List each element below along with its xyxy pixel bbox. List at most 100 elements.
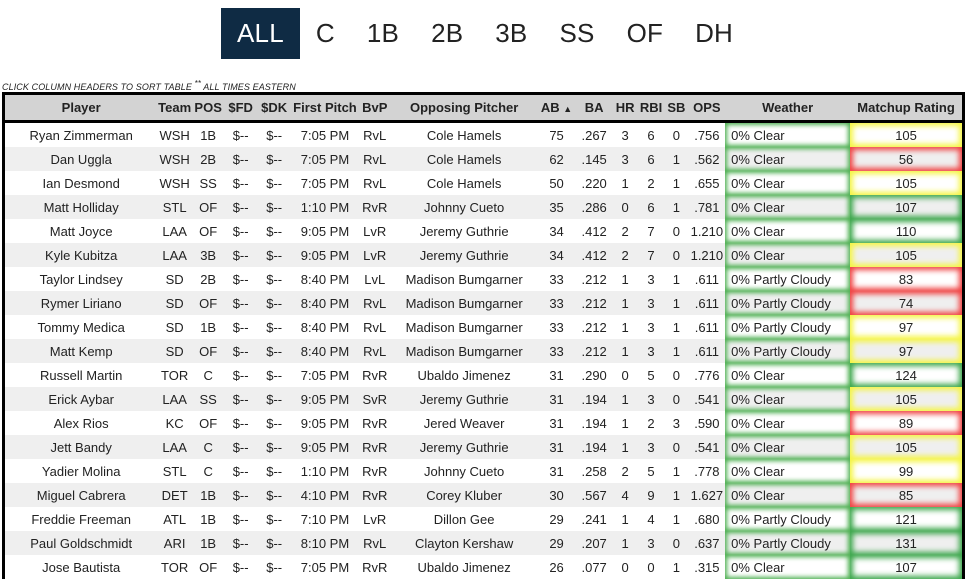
cell-pos: OF xyxy=(191,219,225,243)
table-row: Matt Joyce LAA OF $-- $-- 9:05 PM LvR Jeremy Gu… xyxy=(5,219,962,243)
cell-team: ATL xyxy=(157,507,192,531)
cell-weather: 0% Partly Cloudy xyxy=(725,315,851,339)
cell-pos: C xyxy=(191,435,225,459)
table-row: Freddie Freeman ATL 1B $-- $-- 7:10 PM LvR Dill… xyxy=(5,507,962,531)
table-row: Erick Aybar LAA SS $-- $-- 9:05 PM SvR Jeremy G… xyxy=(5,387,962,411)
cell-ab: 75 xyxy=(537,121,576,147)
cell-player: Jett Bandy xyxy=(5,435,158,459)
cell-ops: 1.210 xyxy=(688,219,726,243)
cell-rating: 107 xyxy=(850,195,962,219)
cell-pitch: 8:40 PM xyxy=(291,291,359,315)
cell-player: Ian Desmond xyxy=(5,171,158,195)
column-header-opposing-pitcher[interactable]: Opposing Pitcher xyxy=(390,95,538,123)
cell-rating: 97 xyxy=(850,315,962,339)
cell-opp: Cole Hamels xyxy=(390,171,538,195)
cell-dk: $-- xyxy=(256,459,292,483)
column-header-dk[interactable]: $DK xyxy=(256,95,292,123)
position-tab-c[interactable]: C xyxy=(300,8,351,59)
table-row: Jose Bautista TOR OF $-- $-- 7:05 PM RvR Ubaldo… xyxy=(5,555,962,579)
position-tab-of[interactable]: OF xyxy=(611,8,680,59)
column-header-pos[interactable]: POS xyxy=(191,95,225,123)
cell-bvp: LvR xyxy=(358,507,391,531)
cell-hr: 1 xyxy=(612,435,638,459)
column-header-player[interactable]: Player xyxy=(5,95,158,123)
cell-dk: $-- xyxy=(256,315,292,339)
position-tab-1b[interactable]: 1B xyxy=(351,8,415,59)
cell-ba: .145 xyxy=(575,147,613,171)
cell-opp: Madison Bumgarner xyxy=(390,315,538,339)
cell-fd: $-- xyxy=(224,147,257,171)
cell-rating: 105 xyxy=(850,121,962,147)
cell-ba: .194 xyxy=(575,411,613,435)
cell-weather: 0% Partly Cloudy xyxy=(725,531,851,555)
position-tab-2b[interactable]: 2B xyxy=(415,8,479,59)
cell-bvp: RvR xyxy=(358,411,391,435)
column-header-ba[interactable]: BA xyxy=(575,95,613,123)
cell-ab: 31 xyxy=(537,363,576,387)
cell-player: Alex Rios xyxy=(5,411,158,435)
cell-dk: $-- xyxy=(256,339,292,363)
cell-dk: $-- xyxy=(256,555,292,579)
cell-bvp: RvL xyxy=(358,339,391,363)
column-header-sb[interactable]: SB xyxy=(664,95,689,123)
column-header-team[interactable]: Team xyxy=(157,95,192,123)
cell-opp: Madison Bumgarner xyxy=(390,267,538,291)
cell-pos: 1B xyxy=(191,121,225,147)
cell-ops: .611 xyxy=(688,339,726,363)
cell-fd: $-- xyxy=(224,411,257,435)
cell-fd: $-- xyxy=(224,171,257,195)
cell-ops: .776 xyxy=(688,363,726,387)
column-header-hr[interactable]: HR xyxy=(612,95,638,123)
cell-player: Matt Joyce xyxy=(5,219,158,243)
cell-team: KC xyxy=(157,411,192,435)
cell-weather: 0% Clear xyxy=(725,483,851,507)
cell-rating: 107 xyxy=(850,555,962,579)
cell-ba: .267 xyxy=(575,121,613,147)
cell-player: Miguel Cabrera xyxy=(5,483,158,507)
cell-team: SD xyxy=(157,267,192,291)
column-header-first-pitch[interactable]: First Pitch xyxy=(291,95,359,123)
column-header-ops[interactable]: OPS xyxy=(688,95,726,123)
position-tab-3b[interactable]: 3B xyxy=(479,8,543,59)
position-tab-dh[interactable]: DH xyxy=(679,8,749,59)
table-row: Jett Bandy LAA C $-- $-- 9:05 PM RvR Jeremy Gut… xyxy=(5,435,962,459)
cell-rbi: 5 xyxy=(637,363,665,387)
cell-opp: Madison Bumgarner xyxy=(390,291,538,315)
cell-fd: $-- xyxy=(224,483,257,507)
column-header-rbi[interactable]: RBI xyxy=(637,95,665,123)
cell-bvp: RvR xyxy=(358,555,391,579)
column-header-fd[interactable]: $FD xyxy=(224,95,257,123)
cell-rbi: 4 xyxy=(637,507,665,531)
cell-dk: $-- xyxy=(256,171,292,195)
cell-pos: OF xyxy=(191,195,225,219)
cell-player: Dan Uggla xyxy=(5,147,158,171)
cell-fd: $-- xyxy=(224,531,257,555)
cell-ops: .590 xyxy=(688,411,726,435)
cell-rating: 105 xyxy=(850,435,962,459)
cell-ops: .655 xyxy=(688,171,726,195)
cell-sb: 0 xyxy=(664,243,689,267)
cell-sb: 0 xyxy=(664,531,689,555)
position-tab-all[interactable]: ALL xyxy=(221,8,300,59)
cell-pitch: 9:05 PM xyxy=(291,411,359,435)
cell-ab: 33 xyxy=(537,291,576,315)
cell-sb: 1 xyxy=(664,555,689,579)
cell-opp: Corey Kluber xyxy=(390,483,538,507)
cell-bvp: RvL xyxy=(358,531,391,555)
cell-sb: 1 xyxy=(664,147,689,171)
position-tab-ss[interactable]: SS xyxy=(543,8,610,59)
column-header-matchup-rating[interactable]: Matchup Rating xyxy=(850,95,962,123)
cell-player: Russell Martin xyxy=(5,363,158,387)
cell-dk: $-- xyxy=(256,483,292,507)
column-header-weather[interactable]: Weather xyxy=(725,95,851,123)
cell-ba: .212 xyxy=(575,291,613,315)
cell-rbi: 6 xyxy=(637,121,665,147)
column-header-bvp[interactable]: BvP xyxy=(358,95,391,123)
cell-rbi: 2 xyxy=(637,171,665,195)
cell-ba: .220 xyxy=(575,171,613,195)
cell-ops: .778 xyxy=(688,459,726,483)
cell-sb: 1 xyxy=(664,459,689,483)
column-header-ab[interactable]: AB ▲ xyxy=(537,95,576,123)
cell-fd: $-- xyxy=(224,507,257,531)
cell-rbi: 3 xyxy=(637,267,665,291)
